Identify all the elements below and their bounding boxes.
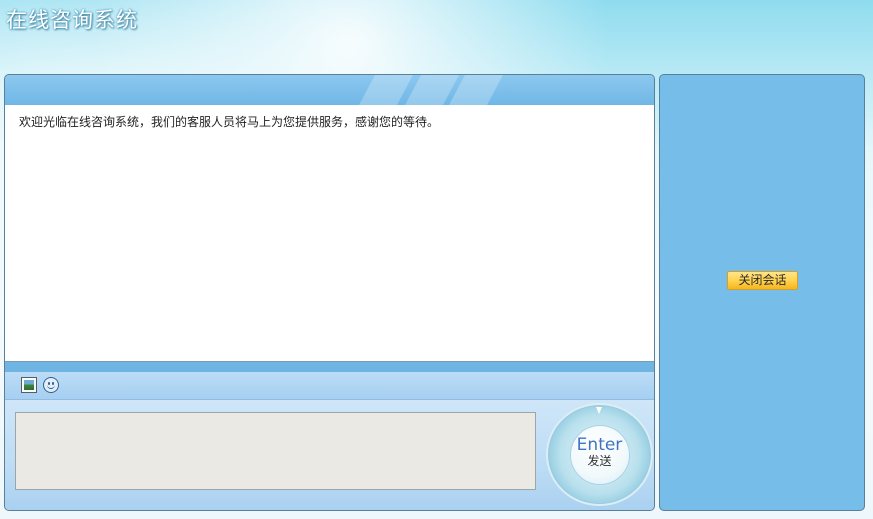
chat-header	[5, 75, 654, 105]
message-input[interactable]	[15, 412, 536, 490]
header-stripe	[449, 75, 503, 105]
app-title: 在线咨询系统	[6, 8, 138, 32]
input-section: Enter 发送	[5, 400, 654, 510]
toolbar-divider	[5, 362, 654, 372]
send-button-label: Enter	[576, 434, 623, 455]
image-icon[interactable]	[21, 377, 37, 393]
message-history[interactable]: 欢迎光临在线咨询系统，我们的客服人员将马上为您提供服务，感谢您的等待。	[5, 105, 654, 362]
side-panel: 关闭会话	[659, 74, 865, 511]
send-dial: Enter 发送	[546, 403, 653, 506]
send-button-sublabel: 发送	[587, 453, 612, 468]
welcome-message: 欢迎光临在线咨询系统，我们的客服人员将马上为您提供服务，感谢您的等待。	[19, 115, 440, 129]
chat-panel: 欢迎光临在线咨询系统，我们的客服人员将马上为您提供服务，感谢您的等待。 Ente…	[4, 74, 655, 511]
dial-notch-icon	[595, 407, 602, 414]
close-session-button[interactable]: 关闭会话	[727, 271, 798, 290]
chat-toolbar	[5, 372, 654, 400]
emoji-icon[interactable]	[43, 377, 59, 393]
header-stripe	[359, 75, 413, 105]
emoji-mouth	[47, 384, 55, 389]
send-button[interactable]: Enter 发送	[569, 424, 630, 485]
